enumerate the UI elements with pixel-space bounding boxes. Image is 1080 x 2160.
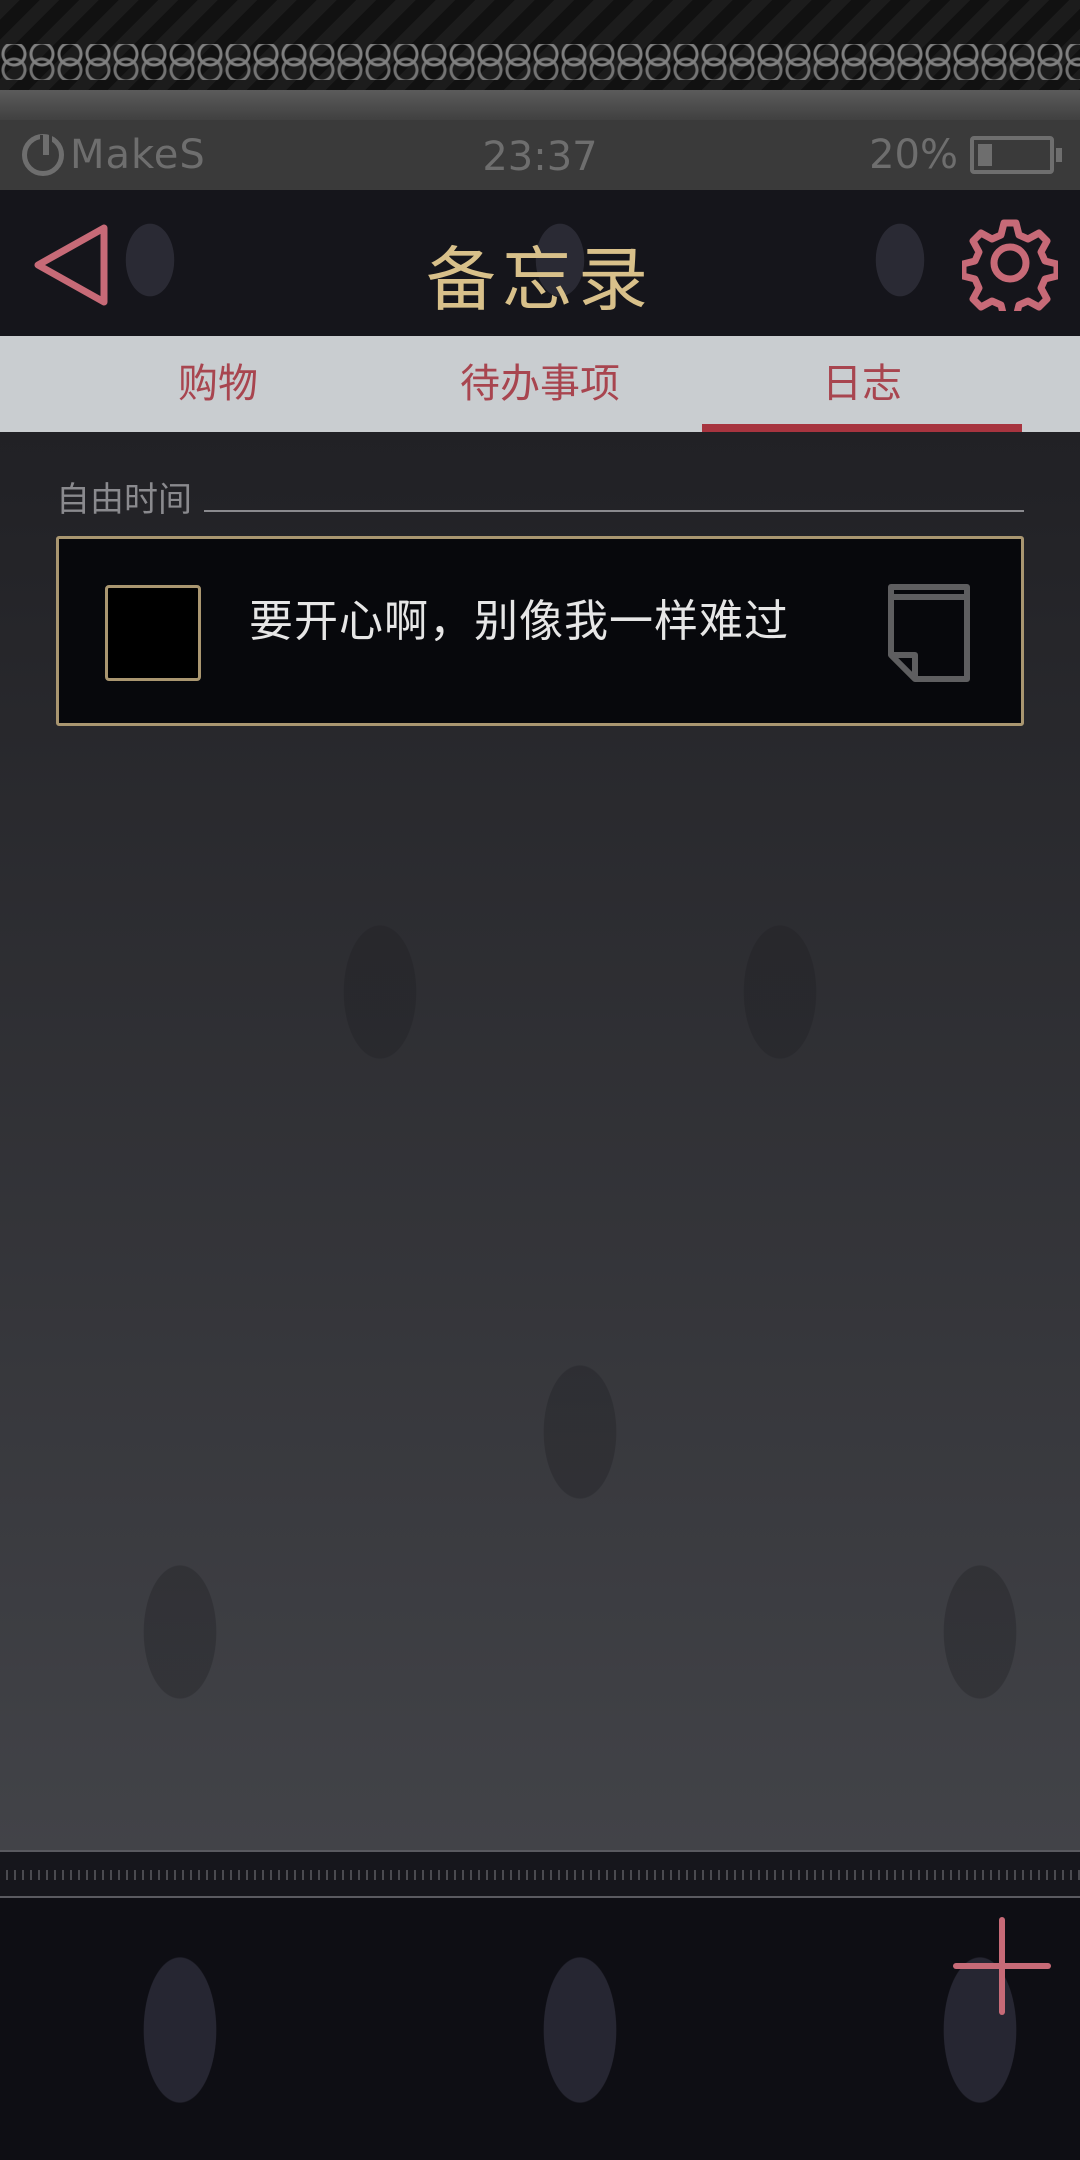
- gear-icon: [959, 219, 1061, 321]
- note-checkbox[interactable]: [105, 585, 201, 681]
- status-bar: MakeS 23:37 20%: [0, 120, 1080, 190]
- battery-icon: [970, 136, 1062, 174]
- tab-todo[interactable]: 待办事项: [380, 336, 700, 432]
- note-text: 要开心啊，别像我一样难过: [249, 596, 789, 647]
- add-note-button[interactable]: [952, 1916, 1052, 2016]
- note-detail-button[interactable]: [887, 583, 971, 683]
- content-area: 自由时间 要开心啊，别像我一样难过: [0, 432, 1080, 1850]
- page-title: 备忘录: [426, 239, 654, 321]
- app-header: 备忘录: [0, 190, 1080, 336]
- bottom-trim: [0, 1850, 1080, 1898]
- lace-trim: [0, 44, 1080, 90]
- tab-bar: 购物 待办事项 日志: [0, 336, 1080, 432]
- section-label: 自由时间: [56, 480, 192, 520]
- tab-journal[interactable]: 日志: [702, 336, 1022, 432]
- bottom-bar: [0, 1850, 1080, 2160]
- decorative-top-border: [0, 0, 1080, 125]
- plus-icon: [953, 1917, 1051, 2015]
- section-divider: [204, 510, 1024, 512]
- settings-button[interactable]: [959, 215, 1061, 321]
- page-icon: [888, 584, 970, 682]
- battery-percent: 20%: [869, 132, 958, 178]
- note-item[interactable]: 要开心啊，别像我一样难过: [56, 536, 1024, 726]
- tab-shopping[interactable]: 购物: [58, 336, 378, 432]
- status-battery: 20%: [869, 132, 1062, 178]
